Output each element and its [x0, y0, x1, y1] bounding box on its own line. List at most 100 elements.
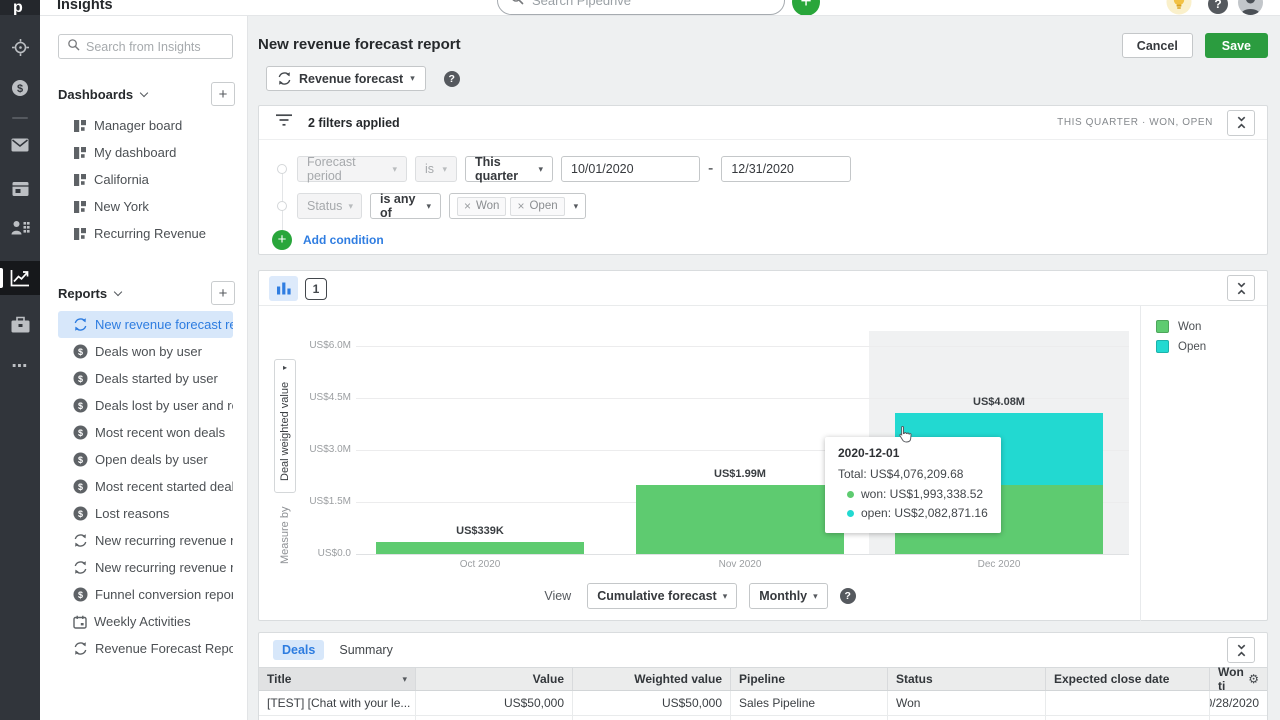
scorecard-toggle[interactable]: 1 — [305, 278, 327, 300]
condition-node — [277, 201, 287, 211]
add-report-button[interactable]: + — [211, 281, 235, 305]
remove-chip-icon[interactable]: × — [517, 199, 524, 213]
bar-nov-2020[interactable]: US$1.99M — [636, 485, 844, 554]
contacts-icon[interactable] — [0, 220, 40, 235]
deal-icon: $ — [73, 452, 88, 467]
report-item-lost-reasons[interactable]: $Lost reasons — [58, 500, 233, 527]
report-item-new-revenue-forecast[interactable]: New revenue forecast re... — [58, 311, 233, 338]
report-item-new-recurring-revenue-1[interactable]: New recurring revenue re... — [58, 527, 233, 554]
save-button[interactable]: Save — [1205, 33, 1268, 58]
leads-icon[interactable] — [0, 38, 40, 57]
deals-icon[interactable]: $ — [0, 79, 40, 97]
tab-summary[interactable]: Summary — [339, 643, 392, 657]
deal-row[interactable]: [TEST] [Chat with your le... US$50,000 U… — [259, 691, 1267, 716]
report-type-selector[interactable]: Revenue forecast ▾ — [266, 66, 426, 91]
reports-section-header[interactable]: Reports + — [40, 281, 247, 305]
calendar-icon[interactable] — [0, 180, 40, 197]
measure-panel-toggle[interactable]: ▸ Deal weighted value — [274, 359, 296, 493]
report-type-help-icon[interactable]: ? — [444, 71, 460, 87]
collapse-chart-button[interactable] — [1227, 275, 1255, 301]
date-from-input[interactable] — [561, 156, 700, 182]
deal-value: US$50,000 — [416, 691, 573, 715]
report-item-funnel-conversion[interactable]: $Funnel conversion report — [58, 581, 233, 608]
report-item-revenue-forecast-report[interactable]: Revenue Forecast Report — [58, 635, 233, 662]
view-mode-dropdown[interactable]: Cumulative forecast▾ — [587, 583, 737, 609]
add-dashboard-button[interactable]: + — [211, 82, 235, 106]
add-condition-button[interactable]: + Add condition — [272, 230, 384, 250]
reports-list: New revenue forecast re... $Deals won by… — [40, 311, 247, 662]
pipedrive-logo[interactable]: p — [0, 0, 40, 15]
status-operator-dropdown[interactable]: is any of▾ — [370, 193, 441, 219]
status-chip-won: ×Won — [457, 197, 506, 216]
legend-item-open[interactable]: Open — [1156, 340, 1267, 353]
plus-icon: + — [272, 230, 292, 250]
global-search-input[interactable] — [532, 0, 772, 8]
insights-icon[interactable] — [0, 261, 40, 295]
view-help-icon[interactable]: ? — [840, 588, 856, 604]
tooltip-open: open: US$2,082,871.16 — [861, 504, 988, 523]
bar-total-label: US$4.08M — [895, 396, 1103, 408]
collapse-filters-button[interactable] — [1227, 110, 1255, 136]
report-item-new-recurring-revenue-2[interactable]: New recurring revenue re... — [58, 554, 233, 581]
report-item-open-deals-by-user[interactable]: $Open deals by user — [58, 446, 233, 473]
dashboard-grid-icon — [73, 173, 87, 187]
deal-title[interactable]: [TEST] [Chat with your le... — [259, 691, 416, 715]
report-item-most-recent-won-deals[interactable]: $Most recent won deals — [58, 419, 233, 446]
chart-area: US$6.0M US$4.5M US$3.0M US$1.5M US$0.0 U… — [259, 306, 1267, 621]
filter-operator-dropdown[interactable]: is▾ — [415, 156, 457, 182]
column-settings-gear-icon[interactable]: ⚙ — [1248, 672, 1259, 686]
user-avatar[interactable] — [1238, 0, 1263, 15]
svg-text:$: $ — [78, 401, 83, 411]
more-icon[interactable]: ⋯ — [0, 356, 40, 376]
insights-search-input[interactable] — [86, 40, 224, 54]
dashboards-list: Manager board My dashboard California Ne… — [40, 112, 247, 247]
column-header-value[interactable]: Value — [416, 668, 573, 690]
column-header-title[interactable]: Title▾ — [259, 668, 416, 690]
dashboard-item-my-dashboard[interactable]: My dashboard — [58, 139, 233, 166]
mail-icon[interactable] — [0, 138, 40, 152]
filter-field-dropdown[interactable]: Status▾ — [297, 193, 362, 219]
column-header-weighted-value[interactable]: Weighted value — [573, 668, 731, 690]
app-title: Insights — [57, 0, 113, 13]
chart-legend: Won Open — [1140, 306, 1267, 621]
cancel-button[interactable]: Cancel — [1122, 33, 1193, 58]
dashboard-item-california[interactable]: California — [58, 166, 233, 193]
insights-search[interactable] — [58, 34, 233, 59]
dashboard-item-manager-board[interactable]: Manager board — [58, 112, 233, 139]
tab-deals[interactable]: Deals — [273, 640, 324, 660]
panel-expand-arrow-icon: ▸ — [275, 363, 295, 372]
date-to-input[interactable] — [721, 156, 851, 182]
report-item-deals-lost-by-user[interactable]: $Deals lost by user and rea... — [58, 392, 233, 419]
svg-text:$: $ — [78, 374, 83, 384]
status-values-multiselect[interactable]: ×Won ×Open ▾ — [449, 193, 586, 219]
dashboard-item-new-york[interactable]: New York — [58, 193, 233, 220]
report-item-deals-won-by-user[interactable]: $Deals won by user — [58, 338, 233, 365]
filter-field-dropdown[interactable]: Forecast period▾ — [297, 156, 407, 182]
bar-chart-toggle[interactable] — [269, 276, 298, 301]
legend-item-won[interactable]: Won — [1156, 320, 1267, 333]
interval-dropdown[interactable]: Monthly▾ — [749, 583, 827, 609]
forecast-period-dropdown[interactable]: This quarter▾ — [465, 156, 553, 182]
remove-chip-icon[interactable]: × — [464, 199, 471, 213]
report-item-weekly-activities[interactable]: Weekly Activities — [58, 608, 233, 635]
suggestions-lightbulb-icon[interactable] — [1164, 0, 1194, 16]
collapse-deals-button[interactable] — [1227, 637, 1255, 663]
caret-down-icon: ▾ — [442, 164, 447, 175]
deal-icon: $ — [73, 344, 88, 359]
deal-icon: $ — [73, 425, 88, 440]
bar-oct-2020[interactable]: US$339K — [376, 542, 584, 554]
column-header-status[interactable]: Status — [888, 668, 1046, 690]
dashboard-item-recurring-revenue[interactable]: Recurring Revenue — [58, 220, 233, 247]
status-chip-open: ×Open — [510, 197, 564, 216]
column-header-expected-close-date[interactable]: Expected close date — [1046, 668, 1210, 690]
help-icon[interactable]: ? — [1208, 0, 1228, 14]
quick-add-button[interactable]: + — [792, 0, 820, 16]
products-icon[interactable] — [0, 316, 40, 333]
chart-tooltip: 2020-12-01 Total: US$4,076,209.68 won: U… — [825, 437, 1001, 533]
column-header-pipeline[interactable]: Pipeline — [731, 668, 888, 690]
dashboards-section-header[interactable]: Dashboards + — [40, 82, 247, 106]
column-header-won-time[interactable]: Won ti⚙ — [1210, 668, 1267, 690]
report-item-deals-started-by-user[interactable]: $Deals started by user — [58, 365, 233, 392]
global-search[interactable] — [497, 0, 785, 15]
report-item-most-recent-started-deals[interactable]: $Most recent started deals — [58, 473, 233, 500]
